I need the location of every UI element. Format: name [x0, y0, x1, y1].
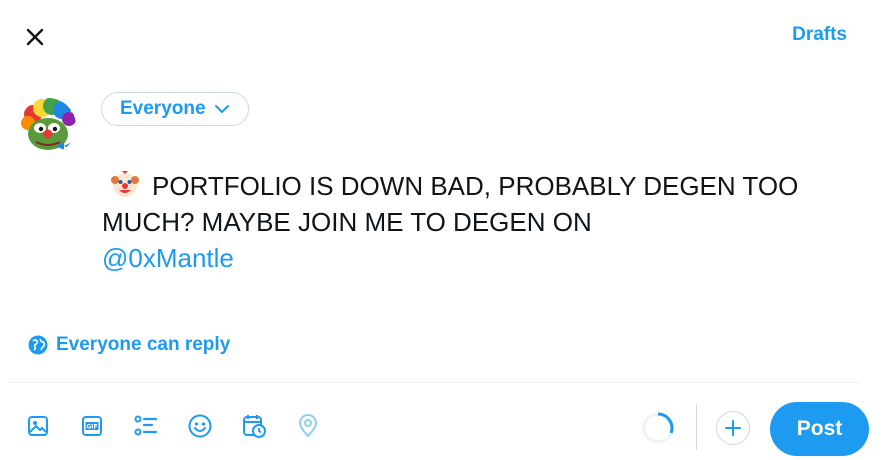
poll-button[interactable] [130, 410, 162, 442]
add-post-button[interactable] [716, 411, 750, 445]
drafts-button[interactable]: Drafts [792, 24, 847, 46]
reply-setting-label: Everyone can reply [56, 334, 231, 355]
media-button[interactable] [22, 410, 54, 442]
compose-toolbar: GIF [22, 410, 346, 442]
compose-post-dialog: Drafts Everyone PORTFOLIO IS DOWN BAD, P… [0, 0, 883, 460]
clown-face-emoji-icon [111, 171, 139, 197]
emoji-button[interactable] [184, 410, 216, 442]
audience-label: Everyone [120, 98, 206, 119]
post-text-editor[interactable]: PORTFOLIO IS DOWN BAD, PROBABLY DEGEN TO… [102, 168, 842, 276]
location-button[interactable] [292, 410, 324, 442]
post-button[interactable]: Post [770, 402, 869, 456]
gif-button[interactable]: GIF [76, 410, 108, 442]
mention-link[interactable]: @0xMantle [102, 243, 234, 273]
close-button[interactable] [18, 20, 52, 54]
reply-setting-button[interactable]: Everyone can reply [28, 334, 230, 356]
emoji-icon [188, 414, 212, 438]
close-icon [26, 28, 44, 46]
image-icon [28, 416, 48, 436]
plus-icon [725, 420, 741, 436]
clown-frog-avatar-icon [20, 98, 76, 154]
location-icon [298, 414, 318, 438]
character-count-progress-icon [642, 412, 674, 444]
schedule-button[interactable] [238, 410, 270, 442]
schedule-icon [243, 415, 266, 438]
poll-icon [134, 415, 158, 436]
gif-icon: GIF [82, 416, 102, 436]
globe-icon [28, 335, 48, 355]
audience-selector[interactable]: Everyone [101, 92, 249, 126]
svg-text:GIF: GIF [86, 424, 97, 431]
toolbar-separator [696, 404, 697, 450]
chevron-down-icon [214, 105, 229, 113]
avatar[interactable] [20, 98, 76, 154]
post-text: PORTFOLIO IS DOWN BAD, PROBABLY DEGEN TO… [102, 171, 799, 237]
divider [8, 382, 861, 383]
